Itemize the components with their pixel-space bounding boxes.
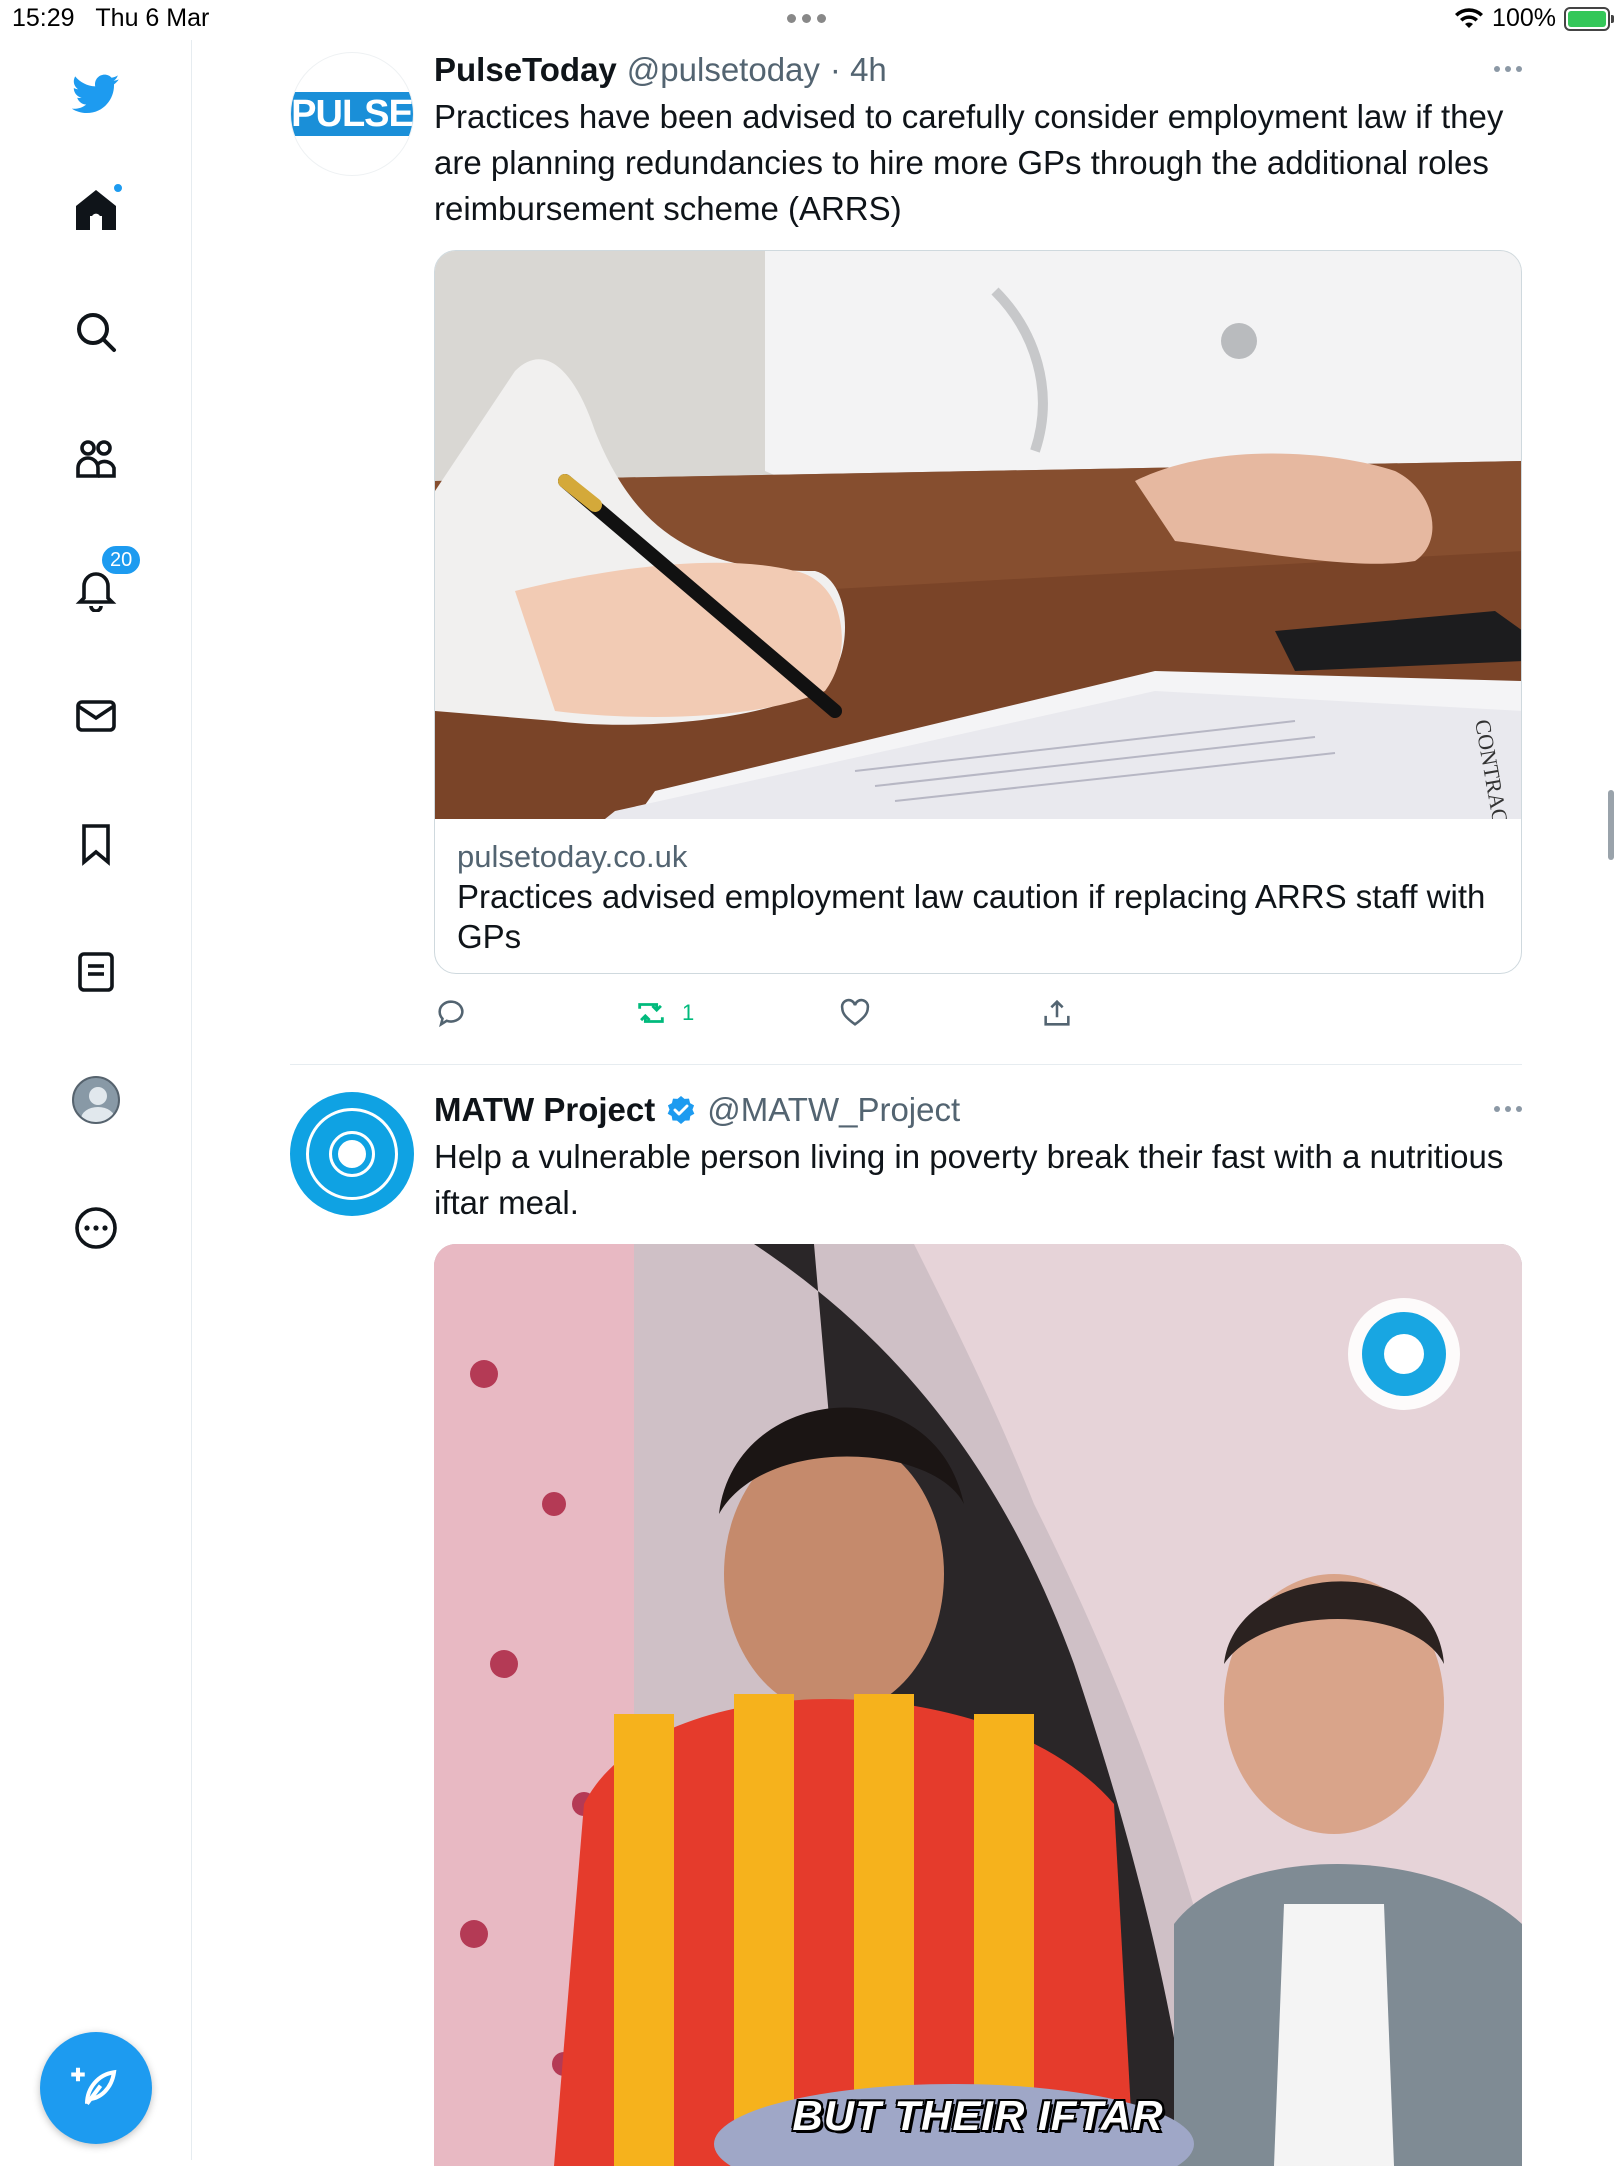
tweet-avatar[interactable]	[290, 1092, 414, 1216]
share-icon	[1044, 999, 1070, 1026]
battery-icon	[1564, 6, 1614, 31]
display-name[interactable]: PulseToday	[434, 48, 617, 92]
matw-logo	[306, 1108, 398, 1200]
tweet-more-icon[interactable]	[1494, 1106, 1522, 1112]
tweet-video-media[interactable]: BUT THEIR IFTAR	[434, 1244, 1522, 2166]
reply-icon	[438, 1000, 464, 1028]
reply-button[interactable]	[434, 996, 468, 1030]
sidebar-nav: 20	[0, 40, 192, 2160]
handle[interactable]: @pulsetoday	[627, 48, 820, 92]
lists-icon[interactable]	[64, 940, 128, 1004]
share-button[interactable]	[1040, 996, 1074, 1030]
card-image: CONTRACT	[435, 251, 1521, 819]
notifications-bell-icon[interactable]: 20	[64, 544, 143, 620]
wifi-icon	[1455, 7, 1484, 28]
retweet-button[interactable]: 1	[634, 996, 694, 1030]
scrollbar-thumb[interactable]	[1608, 790, 1614, 860]
tweet-actions: 1	[434, 988, 1522, 1048]
card-title: Practices advised employment law caution…	[457, 878, 1486, 955]
retweet-count: 1	[682, 1000, 695, 1025]
profile-avatar-icon[interactable]	[64, 1068, 128, 1132]
like-button[interactable]	[838, 996, 872, 1030]
home-new-dot	[112, 182, 124, 194]
link-card[interactable]: CONTRACT pulsetoday.co.uk Practices advi…	[434, 250, 1522, 974]
notifications-badge: 20	[100, 544, 143, 576]
tweet-text: Practices have been advised to carefully…	[434, 98, 1504, 227]
more-options-icon[interactable]	[64, 1196, 128, 1260]
twitter-logo-icon[interactable]	[64, 62, 128, 126]
compose-feather-icon	[71, 2067, 117, 2105]
tweet-divider	[290, 1064, 1522, 1065]
communities-icon[interactable]	[64, 428, 128, 492]
status-time: 15:29 Thu 6 Mar	[12, 4, 210, 32]
status-indicators: 100%	[1454, 4, 1614, 33]
compose-tweet-button[interactable]	[40, 2032, 152, 2144]
tweet-text: Help a vulnerable person living in pover…	[434, 1138, 1504, 1221]
display-name[interactable]: MATW Project	[434, 1088, 655, 1132]
handle[interactable]: @MATW_Project	[707, 1088, 960, 1132]
messages-mail-icon[interactable]	[64, 684, 128, 748]
bookmark-icon[interactable]	[64, 812, 128, 876]
status-bar: 15:29 Thu 6 Mar 100%	[0, 0, 1620, 40]
video-caption: BUT THEIR IFTAR	[792, 2092, 1164, 2139]
tweet-more-icon[interactable]	[1494, 66, 1522, 72]
battery-percent: 100%	[1492, 4, 1556, 32]
verified-badge-icon	[665, 1094, 697, 1126]
tweet-avatar[interactable]: PULSE	[290, 52, 414, 176]
card-domain: pulsetoday.co.uk	[457, 839, 688, 874]
home-icon[interactable]	[64, 178, 128, 242]
tweet-header: MATW Project @MATW_Project	[434, 1088, 1522, 1132]
multitasking-dots[interactable]	[787, 14, 826, 23]
pulse-logo: PULSE	[291, 92, 413, 136]
timestamp[interactable]: · 4h	[830, 48, 887, 92]
search-icon[interactable]	[64, 300, 128, 364]
tweet-header: PulseToday @pulsetoday · 4h	[434, 48, 1522, 92]
retweet-icon	[638, 1003, 664, 1023]
heart-icon	[840, 998, 870, 1026]
